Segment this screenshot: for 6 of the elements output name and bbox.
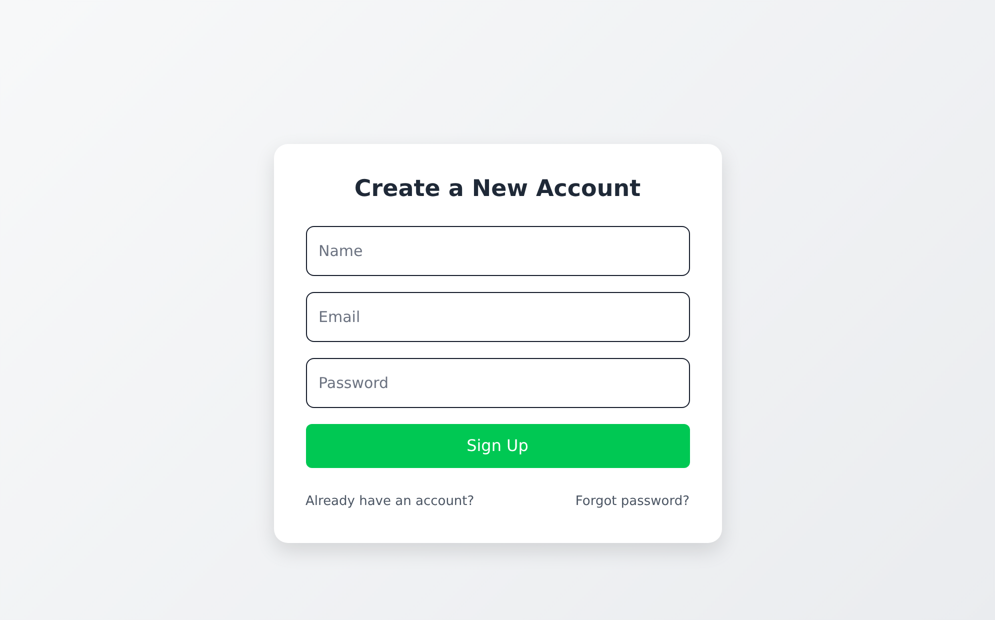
input-field[interactable]: Email	[306, 292, 690, 342]
input-field[interactable]: Name	[306, 226, 690, 276]
form-title: Create a New Account	[353, 176, 642, 204]
link[interactable]: Already have an account?	[306, 492, 474, 512]
link[interactable]: Forgot password?	[575, 492, 690, 512]
input-field[interactable]: Password	[306, 358, 690, 408]
